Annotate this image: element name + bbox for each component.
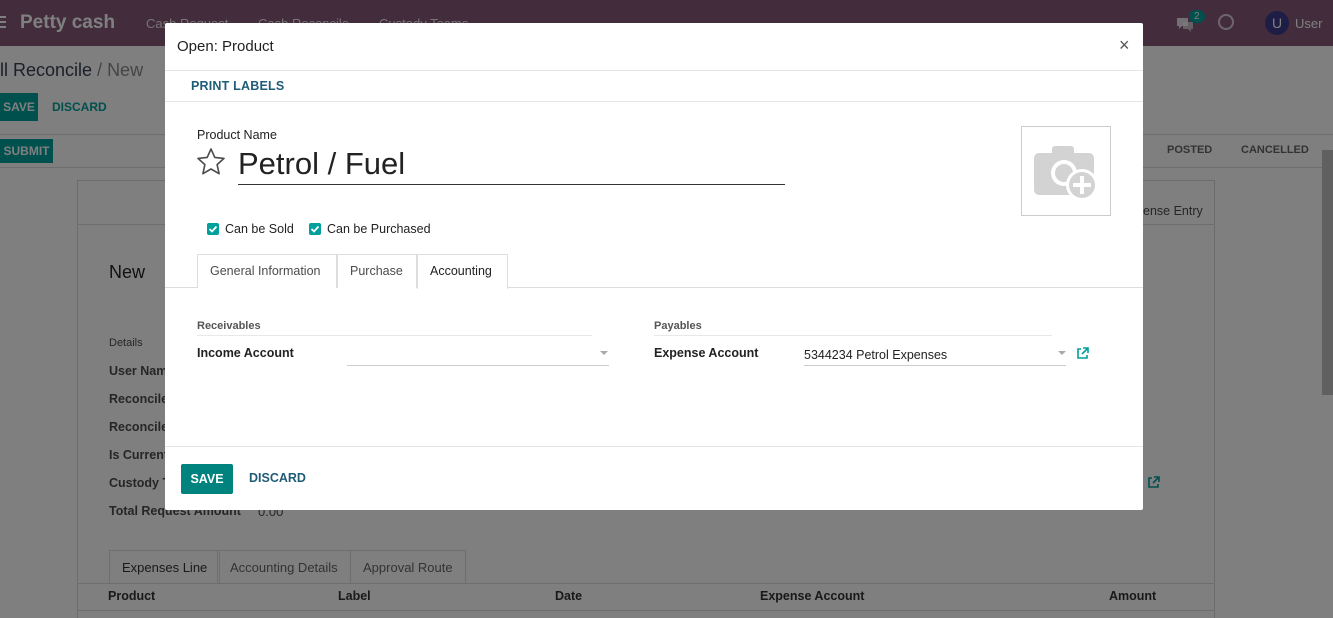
- dialog-footer: SAVE DISCARD: [165, 446, 1143, 510]
- external-link-icon[interactable]: [1076, 347, 1089, 360]
- can-be-sold-checkbox[interactable]: [207, 223, 219, 235]
- can-be-purchased-checkbox[interactable]: [309, 223, 321, 235]
- expense-account-select[interactable]: 5344234 Petrol Expenses: [804, 342, 1066, 366]
- close-icon[interactable]: ×: [1119, 35, 1130, 56]
- checkmark-icon: [310, 225, 320, 233]
- can-be-purchased-label[interactable]: Can be Purchased: [327, 222, 431, 236]
- product-name-label: Product Name: [197, 128, 277, 142]
- discard-button[interactable]: DISCARD: [249, 471, 306, 485]
- payables-divider: [654, 335, 1052, 336]
- receivables-divider: [197, 335, 592, 336]
- dialog-header: Open: Product ×: [165, 23, 1143, 71]
- chevron-down-icon[interactable]: [1058, 351, 1066, 355]
- print-labels-button[interactable]: PRINT LABELS: [191, 79, 284, 93]
- chevron-down-icon[interactable]: [600, 351, 608, 355]
- product-image-upload[interactable]: [1021, 126, 1111, 216]
- receivables-group-title: Receivables: [197, 320, 261, 332]
- product-dialog: Open: Product × PRINT LABELS Product Nam…: [165, 23, 1143, 510]
- save-button[interactable]: SAVE: [181, 464, 233, 494]
- income-account-select[interactable]: [347, 342, 609, 366]
- star-icon[interactable]: [196, 147, 226, 177]
- income-account-label: Income Account: [197, 346, 294, 360]
- dialog-toolbar: PRINT LABELS: [165, 71, 1143, 102]
- expense-account-label: Expense Account: [654, 346, 759, 360]
- product-name-input[interactable]: Petrol / Fuel: [238, 145, 785, 185]
- camera-plus-icon: [1034, 146, 1098, 201]
- dialog-title: Open: Product: [177, 38, 274, 55]
- can-be-sold-label[interactable]: Can be Sold: [225, 222, 294, 236]
- tab-general-information[interactable]: General Information: [197, 254, 337, 288]
- tab-accounting[interactable]: Accounting: [417, 254, 508, 289]
- tab-purchase[interactable]: Purchase: [337, 254, 417, 288]
- payables-group-title: Payables: [654, 320, 702, 332]
- checkmark-icon: [208, 225, 218, 233]
